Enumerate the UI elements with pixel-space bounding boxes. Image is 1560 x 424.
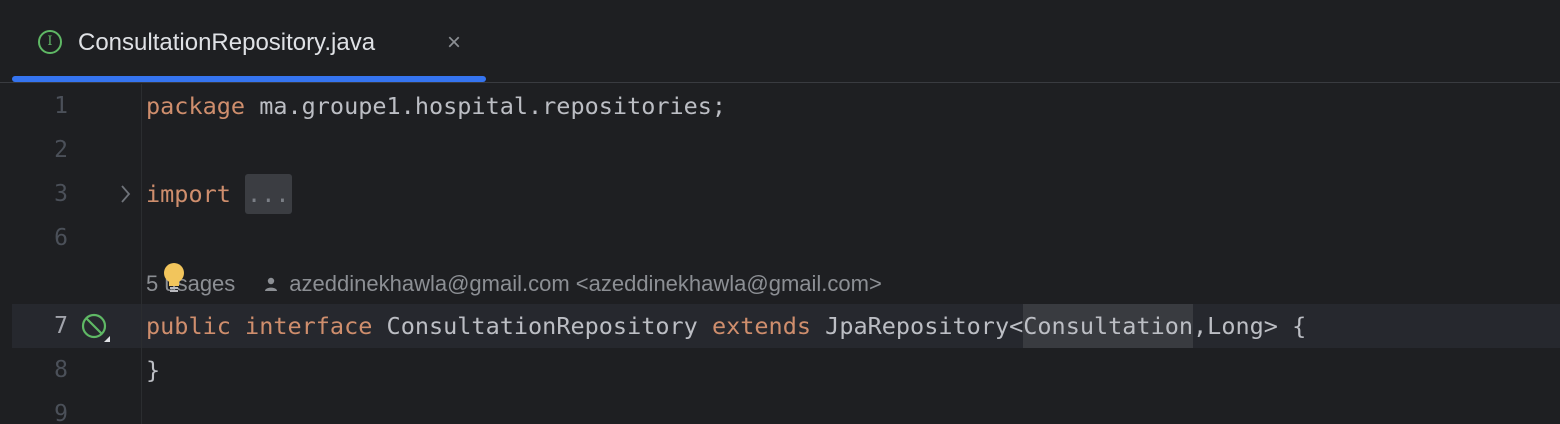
editor-tab-bar: I ConsultationRepository.java × bbox=[0, 0, 1560, 83]
code-line-1: package ma.groupe1.hospital.repositories… bbox=[146, 84, 726, 128]
usages-link[interactable]: 5 usages bbox=[146, 271, 235, 296]
active-tab-indicator bbox=[12, 76, 486, 82]
type-rest: ,Long> { bbox=[1193, 312, 1307, 340]
author-info[interactable]: azeddinekhawla@gmail.com <azeddinekhawla… bbox=[289, 271, 882, 296]
keyword: extends bbox=[711, 312, 812, 340]
expand-chevron-icon[interactable] bbox=[118, 172, 136, 216]
parent-type: JpaRepository< bbox=[825, 312, 1024, 340]
code-editor[interactable]: 1 2 3 6 7 8 9 package ma.groupe1.hospita… bbox=[0, 84, 1560, 424]
close-icon[interactable]: × bbox=[440, 28, 468, 58]
folded-imports[interactable]: ... bbox=[245, 174, 292, 214]
line-number: 2 bbox=[54, 137, 68, 163]
code-line-3: import ... bbox=[146, 172, 292, 216]
no-implementations-icon[interactable] bbox=[80, 312, 112, 344]
package-name: ma.groupe1.hospital.repositories; bbox=[245, 92, 727, 120]
keyword: import bbox=[146, 180, 231, 208]
interface-icon: I bbox=[38, 30, 62, 54]
line-number: 1 bbox=[54, 93, 68, 119]
keyword: package bbox=[146, 92, 246, 120]
keyword: public bbox=[146, 312, 231, 340]
code-line-7: public interface ConsultationRepository … bbox=[146, 304, 1306, 348]
gutter-divider bbox=[141, 84, 142, 424]
highlighted-type-arg: Consultation bbox=[1023, 304, 1194, 348]
tab-title: ConsultationRepository.java bbox=[78, 29, 376, 56]
line-number: 7 bbox=[54, 313, 68, 339]
line-number: 3 bbox=[54, 181, 68, 207]
code-line-8: } bbox=[146, 356, 161, 384]
line-number: 6 bbox=[54, 225, 68, 251]
lightbulb-icon[interactable] bbox=[162, 262, 186, 294]
line-number: 9 bbox=[54, 401, 68, 424]
file-tab[interactable]: I ConsultationRepository.java × bbox=[12, 0, 486, 83]
inlay-hint: 5 usages azeddinekhawla@gmail.com <azeddi… bbox=[146, 262, 882, 306]
interface-name: ConsultationRepository bbox=[386, 312, 698, 340]
person-icon bbox=[265, 277, 278, 291]
line-number: 8 bbox=[54, 357, 68, 383]
keyword: interface bbox=[245, 312, 373, 340]
ide-window: I ConsultationRepository.java × 1 2 3 6 … bbox=[0, 0, 1560, 424]
